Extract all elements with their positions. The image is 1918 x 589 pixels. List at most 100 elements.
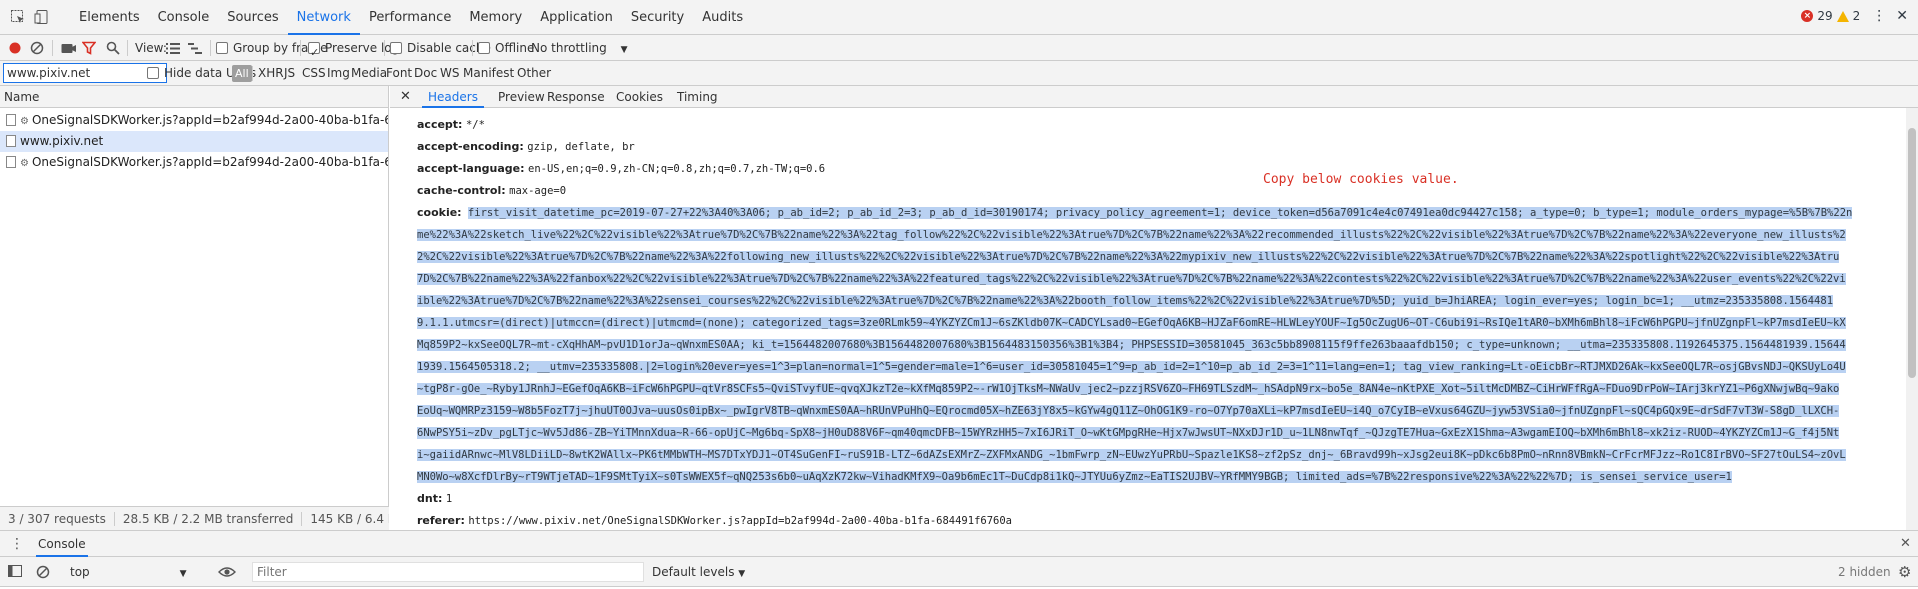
- chevron-down-icon: ▼: [179, 569, 187, 579]
- request-row[interactable]: ⚙ OneSignalSDKWorker.js?appId=b2af994d-2a…: [0, 110, 388, 131]
- throttling-value: No throttling: [531, 41, 607, 55]
- preserve-log-checkbox[interactable]: Preserve log: [308, 35, 399, 66]
- chevron-down-icon: ▼: [738, 569, 746, 579]
- header-key: accept:: [417, 118, 463, 131]
- cookie-line[interactable]: ~tgP8r-gOe_~Ryby1JRnhJ~EGefOqA6KB~iFcW6h…: [417, 383, 1840, 395]
- gear-icon: ⚙: [20, 158, 29, 169]
- filter-type-other[interactable]: Other: [517, 61, 551, 86]
- cookie-line[interactable]: MN0Wo~w8XcfDlrBy~rT9WTjeTAD~1F9SMtTyiX~s…: [417, 471, 1732, 483]
- tab-elements[interactable]: Elements: [70, 0, 149, 35]
- tab-network[interactable]: Network: [287, 0, 360, 35]
- tab-sources[interactable]: Sources: [218, 0, 287, 35]
- vertical-scrollbar[interactable]: [1906, 108, 1918, 530]
- header-value: 1: [445, 493, 453, 505]
- header-key: accept-language:: [417, 162, 525, 175]
- request-row-selected[interactable]: www.pixiv.net: [0, 131, 388, 152]
- close-drawer-icon[interactable]: ✕: [1900, 536, 1911, 551]
- tab-performance[interactable]: Performance: [360, 0, 460, 35]
- checkbox-box[interactable]: [390, 42, 402, 54]
- drawer-menu-icon[interactable]: ⋮: [10, 537, 24, 551]
- scrollbar-thumb[interactable]: [1908, 128, 1916, 378]
- tab-headers[interactable]: Headers: [422, 86, 484, 108]
- cookie-line[interactable]: 2%2C%22visible%22%3Atrue%7D%2C%7B%22name…: [417, 251, 1840, 263]
- waterfall-overview-icon[interactable]: [188, 43, 202, 57]
- header-value: gzip, deflate, br: [527, 141, 635, 153]
- filter-type-doc[interactable]: Doc: [414, 61, 437, 86]
- tab-timing[interactable]: Timing: [677, 86, 718, 108]
- cookie-line[interactable]: 1939.1564505318.2; __utmv=235335808.|2=l…: [417, 361, 1846, 373]
- search-icon[interactable]: [106, 41, 120, 58]
- network-toolbar: View: Group by frame Preserve log Disabl…: [0, 35, 1918, 66]
- header-referer: referer: https://www.pixiv.net/OneSignal…: [417, 510, 1905, 530]
- more-options-icon[interactable]: ⋮: [1872, 9, 1886, 23]
- header-dnt: dnt: 1: [417, 488, 1905, 510]
- console-filter-input[interactable]: [252, 562, 644, 582]
- transferred-size: 28.5 KB / 2.2 MB transferred: [122, 512, 294, 526]
- cookie-line[interactable]: EoUq~WQMRPz3159~W8b5FozT7j~jhuUT0OJva~uu…: [417, 405, 1840, 417]
- checkbox-box[interactable]: [478, 42, 490, 54]
- filter-type-ws[interactable]: WS: [440, 61, 459, 86]
- cookie-line[interactable]: 6NwPSY5i~zDv_pgLTjc~Wv5Jd86-ZB~YiTMnnXdu…: [417, 427, 1840, 439]
- filter-type-manifest[interactable]: Manifest: [463, 61, 514, 86]
- tab-cookies[interactable]: Cookies: [616, 86, 663, 108]
- network-summary: 3 / 307 requests 28.5 KB / 2.2 MB transfe…: [0, 506, 389, 530]
- device-toolbar-icon[interactable]: [34, 9, 50, 25]
- tab-memory[interactable]: Memory: [460, 0, 531, 35]
- cookie-line[interactable]: me%22%3A%22sketch_live%22%2C%22visible%2…: [417, 229, 1846, 241]
- header-cache-control: cache-control: max-age=0: [417, 180, 1905, 202]
- tab-security[interactable]: Security: [622, 0, 693, 35]
- filter-type-img[interactable]: Img: [327, 61, 350, 86]
- devtools-tab-bar: Elements Console Sources Network Perform…: [0, 0, 1918, 35]
- eye-icon[interactable]: [218, 566, 236, 581]
- filter-type-css[interactable]: CSS: [302, 61, 326, 86]
- log-levels-value: Default levels: [652, 565, 735, 579]
- record-icon[interactable]: [9, 42, 21, 57]
- tab-console[interactable]: Console: [149, 0, 219, 35]
- filter-type-xhr[interactable]: XHR: [258, 61, 284, 86]
- disable-cache-checkbox[interactable]: Disable cache: [390, 35, 491, 61]
- filter-type-font[interactable]: Font: [386, 61, 412, 86]
- tab-preview[interactable]: Preview: [498, 86, 545, 108]
- throttling-select[interactable]: No throttling ▼: [531, 35, 628, 61]
- cookie-line[interactable]: first_visit_datetime_pc=2019-07-27+22%3A…: [467, 207, 1853, 219]
- tab-application[interactable]: Application: [531, 0, 622, 35]
- screenshot-camera-icon[interactable]: [61, 42, 77, 57]
- clear-console-icon[interactable]: [36, 565, 50, 582]
- request-name: www.pixiv.net: [20, 134, 104, 148]
- view-label: View:: [135, 41, 167, 55]
- cookie-line[interactable]: ible%22%3Atrue%7D%2C%7B%22name%22%3A%22s…: [417, 295, 1834, 307]
- name-column-header[interactable]: Name: [0, 86, 388, 108]
- filter-input[interactable]: [3, 63, 167, 83]
- checkbox-box[interactable]: [216, 42, 228, 54]
- filter-type-all[interactable]: All: [232, 65, 252, 82]
- sidebar-toggle-icon[interactable]: [8, 565, 22, 580]
- offline-checkbox[interactable]: Offline: [478, 35, 534, 61]
- tab-audits[interactable]: Audits: [693, 0, 752, 35]
- issue-counters[interactable]: × 29 2 ⋮ ✕: [1801, 9, 1908, 23]
- filter-type-js[interactable]: JS: [284, 61, 295, 86]
- log-levels-select[interactable]: Default levels ▼: [652, 557, 745, 587]
- context-select[interactable]: top ▼: [70, 557, 187, 587]
- cookie-line[interactable]: i~gaiidARnwc~MlV8LDiiLD~8wtK2WAllx~PK6tM…: [417, 449, 1846, 461]
- large-rows-icon[interactable]: [166, 43, 180, 57]
- header-accept: accept: */*: [417, 114, 1905, 136]
- drawer-tab-console[interactable]: Console: [36, 531, 88, 557]
- inspect-element-icon[interactable]: [10, 9, 26, 25]
- close-devtools-icon[interactable]: ✕: [1896, 9, 1908, 23]
- cookie-line[interactable]: 9.1.1.utmcsr=(direct)|utmccn=(direct)|ut…: [417, 317, 1846, 329]
- cookie-line[interactable]: Mq859P2~kxSeeOQL7R~mt-cXqHhAM~pvU1D1orJa…: [417, 339, 1846, 351]
- checkbox-box[interactable]: [147, 67, 159, 79]
- header-value: max-age=0: [509, 185, 567, 197]
- request-count: 3 / 307 requests: [8, 512, 106, 526]
- close-icon[interactable]: ✕: [400, 86, 411, 108]
- tab-response[interactable]: Response: [547, 86, 605, 108]
- filter-funnel-icon[interactable]: [81, 41, 97, 58]
- settings-gear-icon[interactable]: ⚙: [1898, 563, 1911, 581]
- filter-type-media[interactable]: Media: [351, 61, 387, 86]
- cookie-line[interactable]: 7D%2C%7B%22name%22%3A%22fanbox%22%2C%22v…: [417, 273, 1846, 285]
- clear-icon[interactable]: [30, 41, 44, 58]
- request-row[interactable]: ⚙ OneSignalSDKWorker.js?appId=b2af994d-2a…: [0, 152, 388, 173]
- header-cookie[interactable]: cookie: first_visit_datetime_pc=2019-07-…: [417, 202, 1905, 488]
- checkbox-box[interactable]: [308, 40, 320, 66]
- resource-size: 145 KB / 6.4 MB resc: [310, 512, 389, 526]
